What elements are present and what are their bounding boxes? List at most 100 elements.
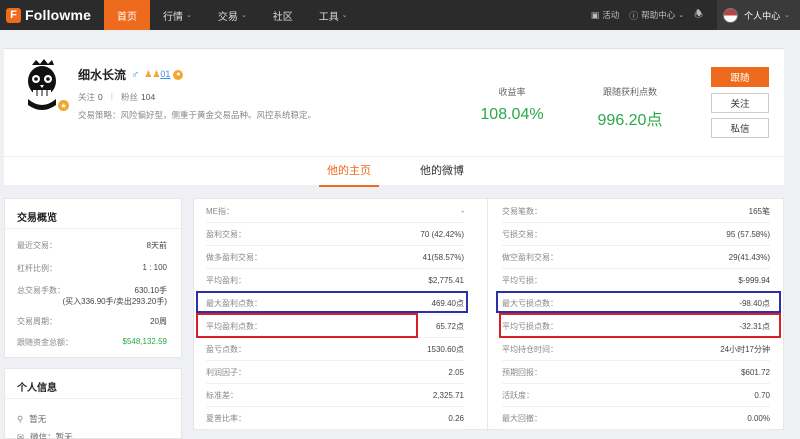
overview-label: 交易周期： xyxy=(17,317,57,326)
stat-value: 24小时17分钟 xyxy=(720,344,770,354)
stat-label: 平均持仓时间： xyxy=(502,344,558,354)
nav-home-label: 首页 xyxy=(117,11,137,23)
verified-badge-icon: ★ xyxy=(58,100,69,111)
profile-card: ★ 细水长流 ♂ ♟♟01 ● 关注 0 | 粉丝 104 交易策略：风险偏好型，侧… xyxy=(4,48,784,187)
following-count[interactable]: 关注 0 xyxy=(78,91,103,103)
bell-icon[interactable]: 🕭 xyxy=(694,7,703,24)
stat-value: 0.00% xyxy=(747,413,770,423)
stat-row: 亏损交易： 95 (57.58%) xyxy=(502,223,770,246)
logo-icon: F xyxy=(6,7,21,23)
lots-breakdown: (买入336.90手/卖出293.20手) xyxy=(62,297,168,306)
tab-homepage[interactable]: 他的主页 xyxy=(319,157,379,187)
column-divider xyxy=(487,199,488,431)
fans-level[interactable]: ♟♟01 xyxy=(144,69,170,80)
chevron-down-icon: ⌄ xyxy=(186,12,192,19)
stat-value: 165笔 xyxy=(748,206,770,216)
chevron-down-icon: ⌄ xyxy=(678,12,685,19)
personal-info-panel: 个人信息 ⚲ 暂无 ✉ 微信： 暂无 xyxy=(4,368,182,439)
tab-weibo[interactable]: 他的微博 xyxy=(412,157,472,187)
avatar xyxy=(723,7,739,23)
stat-row: 盈利交易： 70 (42.42%) xyxy=(206,223,464,246)
activity-label: 活动 xyxy=(602,10,620,20)
divider: | xyxy=(110,91,113,101)
followers-value: 104 xyxy=(140,92,156,102)
highlight-box-avg-profit xyxy=(196,313,418,338)
help-icon: ⓘ xyxy=(629,10,639,21)
nav-market-label: 行情 xyxy=(163,11,183,23)
stat-value: 1530.60点 xyxy=(427,344,464,354)
logo-text: Followme xyxy=(25,7,92,23)
nav-trade-label: 交易 xyxy=(217,11,238,23)
stat-value: 0.26 xyxy=(448,413,464,423)
stat-label: 最大回撤： xyxy=(502,413,542,423)
stat-label: 夏普比率： xyxy=(206,413,246,423)
stat-label: 平均亏损： xyxy=(502,275,542,285)
im-label: 微信： xyxy=(30,432,56,439)
stat-label: 亏损交易： xyxy=(502,229,542,239)
stat-row: 平均盈利： $2,775.41 xyxy=(206,269,464,292)
male-icon: ♂ xyxy=(131,68,140,81)
im-row: ✉ 微信： 暂无 xyxy=(17,431,73,439)
trading-stats-table: ME指： - 盈利交易： 70 (42.42%) 做多盈利交易： 41(58.57%)… xyxy=(193,198,784,431)
trading-overview-title: 交易概览 xyxy=(5,199,181,229)
profile-name: 细水长流 xyxy=(78,68,127,82)
strategy-label: 交易策略： xyxy=(78,110,121,120)
activity-link[interactable]: ▣ 活动 xyxy=(591,9,620,21)
user-center-menu[interactable]: 个人中心 ⌄ xyxy=(717,0,800,30)
overview-row: 交易周期： 20周 xyxy=(17,316,167,327)
nav-trade[interactable]: 交易 ⌄ xyxy=(205,0,260,30)
highlight-box-max-profit xyxy=(196,291,468,313)
watch-button[interactable]: 关注 xyxy=(711,93,769,113)
profile-name-row: 细水长流 ♂ ♟♟01 ● xyxy=(78,66,184,83)
followers-count[interactable]: 粉丝 104 xyxy=(121,91,155,103)
stat-label: 做空盈利交易： xyxy=(502,252,558,262)
stat-label: 交易笔数： xyxy=(502,206,542,216)
stat-row: 做多盈利交易： 41(58.57%) xyxy=(206,246,464,269)
stat-value: 70 (42.42%) xyxy=(420,229,464,239)
stat-row: 平均持仓时间： 24小时17分钟 xyxy=(502,338,770,361)
stat-label: ME指： xyxy=(206,206,234,216)
stat-label: 活跃度： xyxy=(502,390,534,400)
overview-label: 总交易手数： xyxy=(17,286,65,295)
nav-market[interactable]: 行情 ⌄ xyxy=(150,0,205,30)
following-label: 关注 xyxy=(78,92,96,102)
stat-label: 盈亏点数： xyxy=(206,344,246,354)
followers-label: 粉丝 xyxy=(120,92,138,102)
users-icon: ♟♟ xyxy=(144,69,161,79)
logo[interactable]: F Followme xyxy=(6,7,104,23)
overview-value: $548,132.59 xyxy=(122,337,168,346)
stat-value: $-999.94 xyxy=(738,275,770,285)
fans-level-value: 01 xyxy=(160,69,171,79)
stat-value: 2.05 xyxy=(448,367,464,377)
stat-value: 41(58.57%) xyxy=(422,252,464,262)
message-button[interactable]: 私信 xyxy=(711,118,769,138)
follow-stats: 关注 0 | 粉丝 104 xyxy=(78,91,155,103)
highlight-box-avg-loss xyxy=(499,313,781,338)
nav-community[interactable]: 社区 xyxy=(260,0,306,30)
nav-tools[interactable]: 工具 ⌄ xyxy=(306,0,361,30)
stat-label: 利润因子： xyxy=(206,367,246,377)
location-value: 暂无 xyxy=(29,414,47,424)
follow-trader-button[interactable]: 跟随 xyxy=(711,67,769,87)
follow-profit-points-label: 跟随获利点数 xyxy=(602,87,657,97)
stat-label: 标准差： xyxy=(206,390,238,400)
stat-row: 活跃度： 0.70 xyxy=(502,384,770,407)
help-center-link[interactable]: ⓘ 帮助中心 ⌄ xyxy=(629,9,684,22)
return-rate-label: 收益率 xyxy=(498,87,526,97)
chat-icon: ✉ xyxy=(17,431,25,439)
overview-row: 杠杆比例： 1 : 100 xyxy=(17,263,167,274)
nav-home[interactable]: 首页 xyxy=(104,0,150,30)
location-row: ⚲ 暂无 xyxy=(17,413,46,425)
stat-row: ME指： - xyxy=(206,200,464,223)
chevron-down-icon: ⌄ xyxy=(240,12,247,19)
overview-label: 最近交易： xyxy=(17,241,57,250)
stat-value: $2,775.41 xyxy=(428,275,464,285)
stat-value: 65.72点 xyxy=(435,321,464,331)
chevron-down-icon: ⌄ xyxy=(341,12,348,19)
user-center-label: 个人中心 xyxy=(744,10,781,21)
stat-label: 盈利交易： xyxy=(206,229,246,239)
stat-row: 盈亏点数： 1530.60点 xyxy=(206,338,464,361)
stat-row: 交易笔数： 165笔 xyxy=(502,200,770,223)
nav-community-label: 社区 xyxy=(272,11,293,23)
stat-label: 预期回报： xyxy=(502,367,542,377)
